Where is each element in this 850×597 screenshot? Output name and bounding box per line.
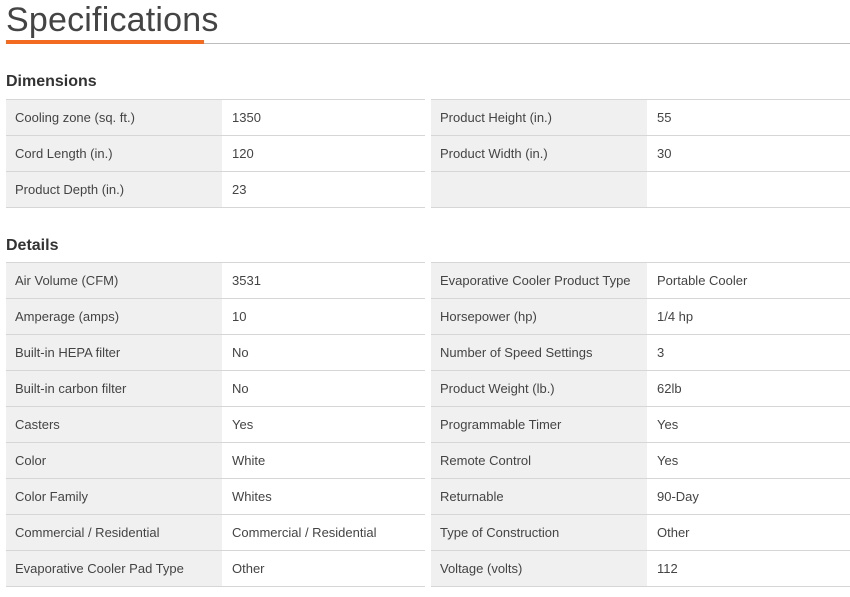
spec-value: Other	[222, 551, 425, 586]
spec-label: Number of Speed Settings	[431, 335, 647, 370]
table-row: Product Weight (lb.) 62lb	[431, 370, 850, 406]
spec-label: Horsepower (hp)	[431, 299, 647, 334]
page-title: Specifications	[6, 1, 219, 39]
table-row: Color White	[6, 442, 425, 478]
spec-label: Built-in HEPA filter	[6, 335, 222, 370]
spec-value: 90-Day	[647, 479, 850, 514]
table-row: Built-in HEPA filter No	[6, 334, 425, 370]
spec-label: Casters	[6, 407, 222, 442]
dimensions-left-column: Cooling zone (sq. ft.) 1350 Cord Length …	[6, 99, 425, 208]
table-row: Evaporative Cooler Product Type Portable…	[431, 262, 850, 298]
section-heading-details: Details	[6, 237, 59, 254]
table-row: Evaporative Cooler Pad Type Other	[6, 550, 425, 587]
spec-value: Yes	[647, 443, 850, 478]
spec-label: Cooling zone (sq. ft.)	[6, 100, 222, 135]
table-row: Remote Control Yes	[431, 442, 850, 478]
table-row: Programmable Timer Yes	[431, 406, 850, 442]
spec-label: Color	[6, 443, 222, 478]
table-row: Voltage (volts) 112	[431, 550, 850, 587]
spec-value: Commercial / Residential	[222, 515, 425, 550]
table-row: Product Width (in.) 30	[431, 135, 850, 171]
spec-label	[431, 172, 647, 207]
table-row: Product Height (in.) 55	[431, 99, 850, 135]
table-row-empty	[431, 171, 850, 208]
spec-value: Yes	[647, 407, 850, 442]
spec-label: Product Height (in.)	[431, 100, 647, 135]
spec-value: 112	[647, 551, 850, 586]
spec-value: 62lb	[647, 371, 850, 406]
details-table: Air Volume (CFM) 3531 Amperage (amps) 10…	[6, 262, 850, 587]
spec-label: Commercial / Residential	[6, 515, 222, 550]
table-row: Cooling zone (sq. ft.) 1350	[6, 99, 425, 135]
table-row: Commercial / Residential Commercial / Re…	[6, 514, 425, 550]
spec-value: 1/4 hp	[647, 299, 850, 334]
spec-label: Color Family	[6, 479, 222, 514]
spec-value: White	[222, 443, 425, 478]
table-row: Number of Speed Settings 3	[431, 334, 850, 370]
table-row: Type of Construction Other	[431, 514, 850, 550]
spec-label: Returnable	[431, 479, 647, 514]
spec-label: Programmable Timer	[431, 407, 647, 442]
title-accent-bar	[6, 40, 204, 44]
section-heading-dimensions: Dimensions	[6, 73, 97, 90]
spec-value: Whites	[222, 479, 425, 514]
table-row: Amperage (amps) 10	[6, 298, 425, 334]
spec-label: Product Weight (lb.)	[431, 371, 647, 406]
table-row: Air Volume (CFM) 3531	[6, 262, 425, 298]
table-row: Built-in carbon filter No	[6, 370, 425, 406]
spec-value: 23	[222, 172, 425, 207]
spec-value: 1350	[222, 100, 425, 135]
spec-label: Voltage (volts)	[431, 551, 647, 586]
table-row: Casters Yes	[6, 406, 425, 442]
spec-value	[647, 172, 850, 207]
spec-value: 10	[222, 299, 425, 334]
spec-label: Product Depth (in.)	[6, 172, 222, 207]
spec-label: Amperage (amps)	[6, 299, 222, 334]
table-row: Returnable 90-Day	[431, 478, 850, 514]
details-right-column: Evaporative Cooler Product Type Portable…	[431, 262, 850, 587]
dimensions-right-column: Product Height (in.) 55 Product Width (i…	[431, 99, 850, 208]
table-row: Color Family Whites	[6, 478, 425, 514]
table-row: Product Depth (in.) 23	[6, 171, 425, 208]
spec-value: 30	[647, 136, 850, 171]
table-row: Horsepower (hp) 1/4 hp	[431, 298, 850, 334]
spec-label: Built-in carbon filter	[6, 371, 222, 406]
spec-value: 3	[647, 335, 850, 370]
spec-value: 120	[222, 136, 425, 171]
spec-value: Portable Cooler	[647, 263, 850, 298]
dimensions-table: Cooling zone (sq. ft.) 1350 Cord Length …	[6, 99, 850, 208]
spec-label: Remote Control	[431, 443, 647, 478]
table-row: Cord Length (in.) 120	[6, 135, 425, 171]
spec-value: Yes	[222, 407, 425, 442]
spec-label: Cord Length (in.)	[6, 136, 222, 171]
spec-value: No	[222, 335, 425, 370]
spec-label: Product Width (in.)	[431, 136, 647, 171]
spec-value: Other	[647, 515, 850, 550]
spec-label: Type of Construction	[431, 515, 647, 550]
spec-label: Air Volume (CFM)	[6, 263, 222, 298]
spec-label: Evaporative Cooler Product Type	[431, 263, 647, 298]
details-left-column: Air Volume (CFM) 3531 Amperage (amps) 10…	[6, 262, 425, 587]
spec-label: Evaporative Cooler Pad Type	[6, 551, 222, 586]
spec-value: No	[222, 371, 425, 406]
spec-value: 55	[647, 100, 850, 135]
spec-value: 3531	[222, 263, 425, 298]
